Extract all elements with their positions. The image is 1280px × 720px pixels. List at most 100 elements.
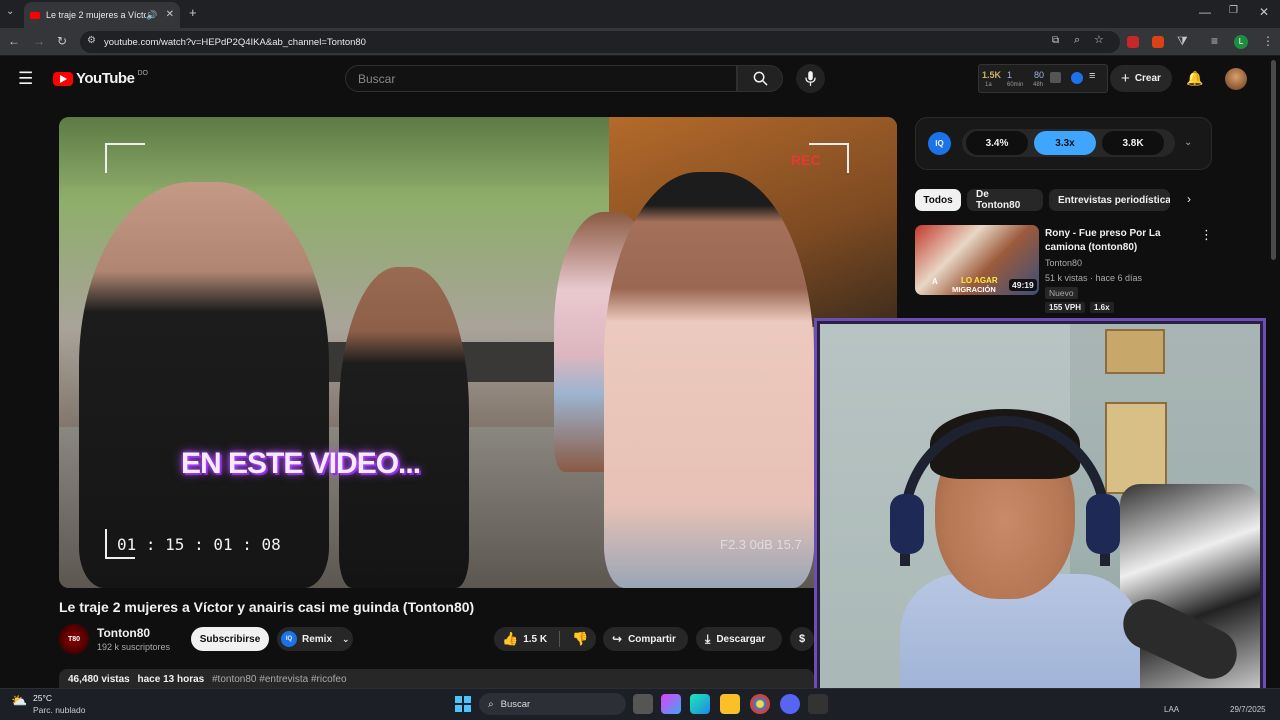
thumbnail-text: LO AGAR [961, 276, 998, 285]
system-date[interactable]: 29/7/2025 [1230, 705, 1266, 714]
remix-label: Remix [302, 633, 333, 645]
microphone-icon [805, 71, 816, 86]
search-icon: ⌕ [488, 698, 494, 710]
new-tab-icon[interactable]: + [189, 6, 197, 19]
thumbnail-text: MIGRACIÓN [952, 285, 996, 294]
description-box[interactable]: 46,480 vistas hace 13 horas #tonton80 #e… [59, 669, 814, 688]
title-line: Rony - Fue preso Por La [1045, 228, 1161, 239]
channel-name[interactable]: Tonton80 [97, 626, 150, 640]
close-tab-icon[interactable]: ✕ [166, 10, 174, 20]
youtube-logo-text: YouTube [76, 70, 135, 87]
notifications-bell-icon[interactable]: 🔔 [1186, 70, 1203, 87]
video-caption-overlay: EN ESTE VIDEO... [181, 447, 421, 480]
taskbar-app-icon[interactable] [808, 694, 828, 714]
extension-icon[interactable] [1127, 36, 1139, 48]
vidiq-logo-icon[interactable] [1071, 72, 1083, 84]
vidiq-metric-pill[interactable]: 3.3x [1034, 131, 1096, 155]
vidiq-metric-pill[interactable]: 3.8K [1102, 131, 1164, 155]
weather-cloud-icon[interactable]: ⛅ [11, 693, 27, 709]
vidiq-stats-widget[interactable]: 1.5K 1a 1 60min 80 48h ≡ [978, 64, 1108, 93]
minimize-icon[interactable]: — [1199, 6, 1211, 18]
site-info-icon[interactable]: ⚙ [87, 36, 96, 46]
forward-icon[interactable]: → [33, 35, 45, 47]
chevron-down-icon[interactable]: ⌄ [1184, 137, 1192, 148]
chevron-down-icon: ⌄ [342, 633, 350, 644]
download-label: Descargar [716, 633, 766, 645]
download-icon: ⤓ [705, 631, 711, 646]
stat-1a-label: 1a [985, 82, 992, 88]
search-input[interactable]: Buscar [345, 65, 737, 92]
weather-condition: Parc. nublado [33, 705, 86, 715]
reload-icon[interactable]: ↻ [57, 35, 67, 47]
page-scrollbar[interactable] [1271, 60, 1276, 260]
subscribe-button[interactable]: Subscribirse [191, 627, 269, 651]
related-video-title[interactable]: Rony - Fue preso Por La camiona (tonton8… [1045, 227, 1190, 255]
video-player[interactable]: REC EN ESTE VIDEO... 01 : 15 : 01 : 08 F… [59, 117, 897, 588]
share-button[interactable]: ↪ Compartir [603, 627, 688, 651]
edge-icon[interactable] [690, 694, 710, 714]
close-window-icon[interactable]: ✕ [1259, 6, 1269, 18]
hamburger-menu-icon[interactable]: ☰ [18, 69, 33, 89]
voice-search-button[interactable] [796, 64, 825, 93]
share-label: Compartir [628, 633, 676, 645]
cast-icon[interactable]: ⧉ [1052, 36, 1059, 46]
bookmark-star-icon[interactable]: ☆ [1094, 35, 1104, 46]
discord-icon[interactable] [780, 694, 800, 714]
share-arrow-icon: ↪ [612, 632, 623, 646]
vidiq-metric-pill[interactable]: 3.4% [966, 131, 1028, 155]
title-line: camiona (tonton80) [1045, 242, 1138, 253]
tab-list-icon[interactable]: ⌄ [6, 7, 14, 17]
filter-chip-channel[interactable]: De Tonton80 [967, 189, 1043, 211]
thanks-button[interactable]: $ [790, 627, 814, 651]
pill-value: 3.3x [1055, 137, 1075, 149]
extension-icon[interactable] [1152, 36, 1164, 48]
more-options-icon[interactable]: ⋮ [1200, 227, 1213, 243]
windows-start-icon[interactable] [455, 696, 471, 712]
account-avatar[interactable] [1225, 68, 1247, 90]
back-icon[interactable]: ← [8, 35, 20, 47]
related-video-thumbnail[interactable]: A LO AGAR MIGRACIÓN 49:19 [915, 225, 1039, 295]
chevron-right-icon[interactable]: › [1187, 192, 1191, 206]
language-indicator[interactable]: LAA [1164, 705, 1179, 714]
weather-temperature[interactable]: 25°C [33, 693, 52, 703]
video-duration: 49:19 [1009, 279, 1037, 291]
related-channel[interactable]: Tonton80 [1045, 258, 1082, 268]
hashtags[interactable]: #tonton80 #entrevista #ricofeo [212, 674, 347, 685]
channel-avatar[interactable]: T80 [59, 624, 89, 654]
list-icon[interactable]: ≡ [1089, 70, 1095, 82]
download-button[interactable]: ⤓ Descargar [696, 627, 782, 651]
wanted-poster [1105, 329, 1165, 374]
copilot-icon[interactable] [661, 694, 681, 714]
restore-icon[interactable]: ❐ [1229, 6, 1238, 16]
profile-avatar-icon[interactable]: L [1234, 35, 1248, 49]
tab-title: Le traje 2 mujeres a Víctor y [46, 10, 147, 20]
browser-menu-icon[interactable]: ⋮ [1262, 35, 1274, 47]
reading-list-icon[interactable]: ≡ [1211, 35, 1218, 47]
extensions-puzzle-icon[interactable]: ⧩ [1177, 35, 1188, 47]
thumbs-up-icon[interactable]: 👍 [502, 631, 518, 647]
subscriber-count: 192 k suscriptores [97, 642, 171, 652]
speaker-icon[interactable]: 🔊 [146, 10, 157, 20]
filter-chip-interviews[interactable]: Entrevistas periodísticas [1049, 189, 1170, 211]
like-count[interactable]: 1.5 K [523, 634, 547, 645]
zoom-icon[interactable]: ⌕ [1074, 35, 1080, 46]
task-view-icon[interactable] [633, 694, 653, 714]
person-right [604, 172, 814, 588]
divider [559, 631, 561, 647]
thumbs-down-icon[interactable]: 👎 [572, 631, 588, 647]
subscribe-label: Subscribirse [199, 633, 261, 645]
file-explorer-icon[interactable] [720, 694, 740, 714]
browser-tab[interactable]: Le traje 2 mujeres a Víctor y 🔊 ✕ [24, 2, 180, 28]
chrome-icon[interactable] [750, 694, 770, 714]
youtube-logo[interactable]: YouTube DO [53, 70, 148, 87]
vidiq-logo-icon[interactable]: IQ [928, 132, 951, 155]
url-field[interactable]: ⚙ youtube.com/watch?v=HEPdP2Q4IKA&ab_cha… [80, 31, 1120, 53]
filter-chip-all[interactable]: Todos [915, 189, 961, 211]
search-button[interactable] [737, 65, 783, 92]
taskbar-search-box[interactable]: ⌕ Buscar [479, 693, 626, 715]
headset-earcup [1086, 494, 1120, 554]
chart-icon[interactable] [1050, 72, 1061, 83]
remix-button[interactable]: IQ Remix ⌄ [277, 627, 353, 651]
create-button[interactable]: + Crear [1110, 65, 1172, 92]
view-count: 46,480 vistas [68, 674, 130, 685]
